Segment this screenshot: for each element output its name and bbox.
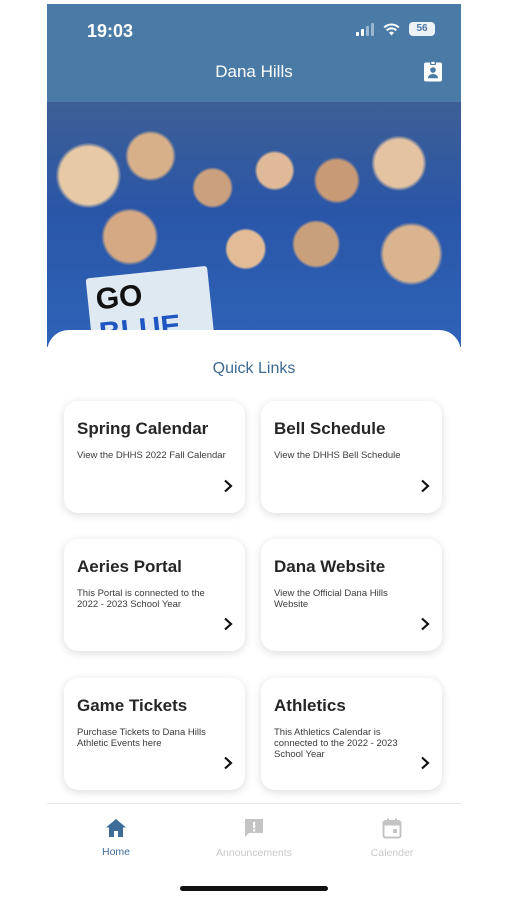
cellular-signal-icon — [356, 22, 374, 36]
card-title: Dana Website — [274, 557, 386, 576]
card-title: Athletics — [274, 696, 346, 715]
bell-schedule-card[interactable]: Bell Schedule View the DHHS Bell Schedul… — [261, 401, 442, 513]
card-title: Bell Schedule — [274, 419, 386, 438]
tab-label: Calender — [370, 847, 414, 859]
wifi-icon — [383, 23, 400, 35]
app-title: Dana Hills — [215, 62, 293, 81]
phone-screen: 19:03 56 Dana Hills GO BLUE Quic — [47, 4, 461, 900]
card-description: This Portal is connected to the 2022 - 2… — [77, 588, 205, 610]
game-tickets-card[interactable]: Game Tickets Purchase Tickets to Dana Hi… — [64, 678, 245, 790]
tab-label: Home — [101, 846, 130, 858]
status-icons: 56 — [356, 22, 435, 36]
home-indicator[interactable] — [180, 886, 328, 891]
id-card-icon[interactable] — [421, 60, 445, 84]
status-time: 19:03 — [87, 21, 134, 41]
hero-crowd-photo: GO BLUE — [47, 102, 461, 350]
card-title: Spring Calendar — [77, 419, 209, 438]
tab-label: Announcements — [216, 847, 292, 859]
card-description: This Athletics Calendar is connected to … — [274, 727, 398, 760]
chevron-right-icon — [421, 617, 430, 631]
tab-home[interactable]: Home — [47, 818, 185, 858]
announcement-icon — [245, 819, 263, 837]
dana-website-card[interactable]: Dana Website View the Official Dana Hill… — [261, 539, 442, 651]
app-header: 19:03 56 Dana Hills — [47, 4, 461, 102]
athletics-card[interactable]: Athletics This Athletics Calendar is con… — [261, 678, 442, 790]
card-title: Game Tickets — [77, 696, 188, 715]
chevron-right-icon — [224, 479, 233, 493]
card-description: Purchase Tickets to Dana Hills Athletic … — [77, 727, 206, 749]
battery-icon: 56 — [409, 22, 435, 36]
spring-calendar-card[interactable]: Spring Calendar View the DHHS 2022 Fall … — [64, 401, 245, 513]
chevron-right-icon — [421, 479, 430, 493]
chevron-right-icon — [421, 756, 430, 770]
tab-calender[interactable]: Calender — [323, 818, 461, 859]
aeries-portal-card[interactable]: Aeries Portal This Portal is connected t… — [64, 539, 245, 651]
card-description: View the DHHS 2022 Fall Calendar — [77, 450, 226, 461]
home-icon — [106, 819, 126, 837]
chevron-right-icon — [224, 617, 233, 631]
quick-links-heading: Quick Links — [212, 360, 296, 377]
tab-announcements[interactable]: Announcements — [185, 818, 323, 859]
card-title: Aeries Portal — [77, 557, 182, 576]
card-description: View the DHHS Bell Schedule — [274, 450, 401, 461]
card-description: View the Official Dana Hills Website — [274, 588, 388, 610]
chevron-right-icon — [224, 756, 233, 770]
calendar-icon — [382, 818, 402, 839]
